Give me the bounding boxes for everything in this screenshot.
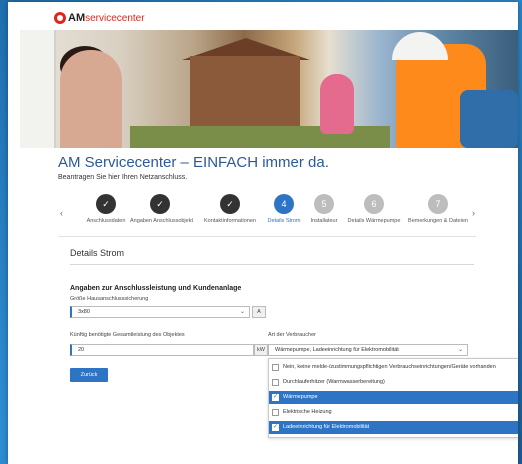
step-details-waermepumpe[interactable]: 6 Details Wärmepumpe [344,194,404,224]
step-number: 5 [314,194,334,214]
page-title: AM Servicecenter – EINFACH immer da. [58,154,329,171]
brand-name-am: AM [68,12,86,24]
brand-logo-icon [54,12,66,24]
chevron-down-icon[interactable]: ⌄ [458,346,463,353]
checkbox[interactable] [272,364,279,371]
option-label: Ladeeinrichtung für Elektromobilität [283,424,370,430]
page-subtitle: Beantragen Sie hier Ihren Netzanschluss. [58,174,188,181]
dropdown-option[interactable]: Durchlauferhitzer (Warmwasserbereitung) [269,376,518,389]
option-label: Wärmepumpe [283,394,318,400]
fuse-unit: A [252,306,266,318]
dropdown-option[interactable]: Elektrische Heizung [269,406,518,419]
chevron-right-icon[interactable]: › [472,208,475,218]
checkmark-icon: ✓ [150,194,170,214]
step-label: Kontaktinformationen [204,218,256,224]
brand-name-servicecenter: servicecenter [85,12,145,24]
power-input[interactable]: 20 [70,344,254,356]
dropdown-option[interactable]: Nein, keine melde-/zustimmungspflichtige… [269,361,518,374]
checkbox-checked[interactable]: ✓ [272,394,279,401]
divider [58,236,476,237]
dropdown-option[interactable]: ✓ Wärmepumpe [269,391,518,404]
checkmark-icon: ✓ [220,194,240,214]
step-anschlussdaten[interactable]: ✓ Anschlussdaten [76,194,136,224]
site-header: AM servicecenter [8,2,518,30]
hero-image [20,30,518,148]
option-label: Durchlauferhitzer (Warmwasserbereitung) [283,379,385,385]
back-button[interactable]: Zurück [70,368,108,382]
checkbox[interactable] [272,379,279,386]
option-label: Elektrische Heizung [283,409,332,415]
step-number: 6 [364,194,384,214]
power-unit: kW [254,344,268,356]
checkbox[interactable] [272,409,279,416]
step-label: Angaben Anschlussobjekt [130,218,193,224]
section-heading: Angaben zur Anschlussleistung und Kunden… [70,285,242,292]
step-label: Bemerkungen & Dateien [408,218,468,224]
checkbox-checked[interactable]: ✓ [272,424,279,431]
fuse-label: Größe Hausanschlusssicherung [70,296,149,302]
consumers-select[interactable]: Wärmepumpe, Ladeeinrichtung für Elektrom… [268,344,468,356]
divider [70,264,474,265]
consumers-label: Art der Verbraucher [268,332,316,338]
consumers-dropdown: Nein, keine melde-/zustimmungspflichtige… [268,358,518,438]
chevron-left-icon[interactable]: ‹ [60,208,63,218]
brand-logo[interactable]: AM servicecenter [54,12,145,24]
step-bemerkungen-dateien[interactable]: 7 Bemerkungen & Dateien [408,194,468,224]
dropdown-option[interactable]: ✓ Ladeeinrichtung für Elektromobilität [269,421,518,434]
step-number: 4 [274,194,294,214]
section-title: Details Strom [70,248,125,258]
browser-page: AM servicecenter AM Servicecenter – EINF… [8,2,518,464]
power-label: Künftig benötigte Gesamtleistung des Obj… [70,332,185,338]
step-label: Anschlussdaten [86,218,126,224]
step-angaben-anschlussobjekt[interactable]: ✓ Angaben Anschlussobjekt [130,194,193,224]
chevron-down-icon[interactable]: ⌄ [240,308,245,315]
progress-stepper: ‹ ✓ Anschlussdaten ✓ Angaben Anschlussob… [58,188,478,232]
step-number: 7 [428,194,448,214]
step-kontaktinformationen[interactable]: ✓ Kontaktinformationen [200,194,260,224]
fuse-select[interactable]: 3x80 [70,306,250,318]
option-label: Nein, keine melde-/zustimmungspflichtige… [283,364,496,370]
checkmark-icon: ✓ [96,194,116,214]
step-label: Details Wärmepumpe [347,218,401,224]
